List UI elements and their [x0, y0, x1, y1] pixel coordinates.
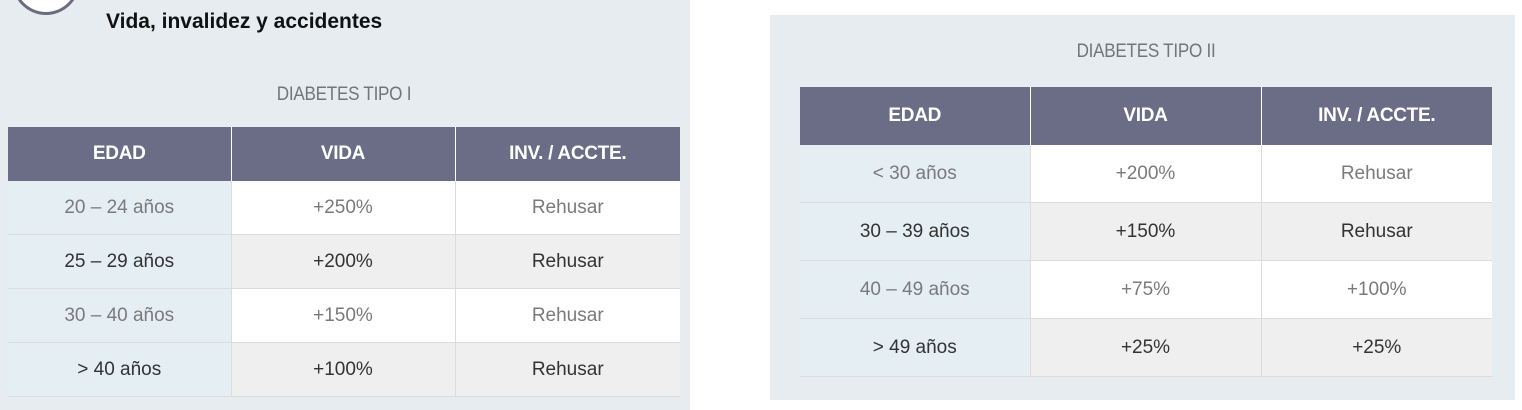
section-heading: Vida, invalidez y accidentes	[106, 10, 383, 33]
inv-accte-cell: Rehusar	[455, 288, 680, 343]
age-cell: > 40 años	[8, 342, 232, 397]
age-cell: 30 – 40 años	[8, 288, 232, 343]
header-edad: EDAD	[800, 87, 1031, 145]
inv-accte-cell: +25%	[1261, 318, 1492, 377]
table-row: > 49 años +25% +25%	[800, 318, 1492, 377]
table-row: 30 – 40 años +150% Rehusar	[8, 288, 680, 343]
inv-accte-cell: Rehusar	[455, 342, 680, 397]
vida-cell: +150%	[231, 288, 456, 343]
vida-cell: +100%	[231, 342, 456, 397]
header-vida: VIDA	[1030, 87, 1262, 145]
table-row: 25 – 29 años +200% Rehusar	[8, 234, 680, 289]
header-edad: EDAD	[8, 127, 232, 181]
inv-accte-cell: Rehusar	[455, 181, 680, 235]
diabetes-tipo-2-table: EDAD VIDA INV. / ACCTE. < 30 años +200% …	[800, 87, 1492, 377]
table-row: < 30 años +200% Rehusar	[800, 145, 1492, 203]
vida-cell: +25%	[1030, 318, 1262, 377]
inv-accte-cell: Rehusar	[455, 234, 680, 289]
age-cell: > 49 años	[800, 318, 1031, 377]
table-row: 30 – 39 años +150% Rehusar	[800, 202, 1492, 261]
diabetes-tipo-2-title: DIABETES TIPO II	[1076, 41, 1216, 62]
header-inv-accte: INV. / ACCTE.	[1261, 87, 1492, 145]
diabetes-tipo-1-table: EDAD VIDA INV. / ACCTE. 20 – 24 años +25…	[8, 127, 680, 397]
vida-cell: +150%	[1030, 202, 1262, 261]
header-inv-accte: INV. / ACCTE.	[455, 127, 680, 181]
age-cell: 30 – 39 años	[800, 202, 1031, 261]
vida-cell: +200%	[1030, 145, 1262, 203]
vida-cell: +250%	[231, 181, 456, 235]
table-row: 20 – 24 años +250% Rehusar	[8, 181, 680, 235]
table-row: > 40 años +100% Rehusar	[8, 342, 680, 397]
age-cell: 20 – 24 años	[8, 181, 232, 235]
age-cell: < 30 años	[800, 145, 1031, 203]
header-vida: VIDA	[231, 127, 456, 181]
inv-accte-cell: +100%	[1261, 260, 1492, 319]
age-cell: 40 – 49 años	[800, 260, 1031, 319]
vida-cell: +75%	[1030, 260, 1262, 319]
table-header-row: EDAD VIDA INV. / ACCTE.	[800, 87, 1492, 145]
table-row: 40 – 49 años +75% +100%	[800, 260, 1492, 319]
inv-accte-cell: Rehusar	[1261, 145, 1492, 203]
age-cell: 25 – 29 años	[8, 234, 232, 289]
diabetes-tipo-1-title: DIABETES TIPO I	[276, 84, 412, 105]
vida-cell: +200%	[231, 234, 456, 289]
table-header-row: EDAD VIDA INV. / ACCTE.	[8, 127, 680, 181]
inv-accte-cell: Rehusar	[1261, 202, 1492, 261]
